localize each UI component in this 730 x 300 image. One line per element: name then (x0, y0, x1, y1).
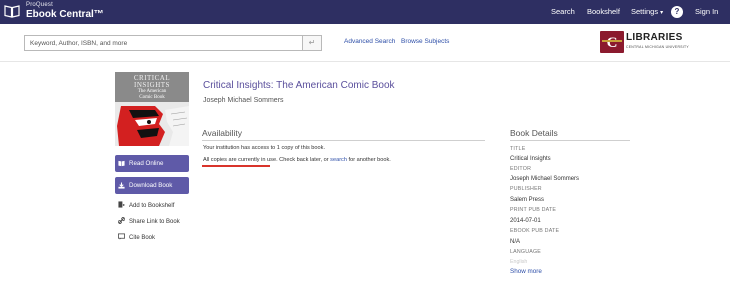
chevron-down-icon: ▾ (660, 10, 664, 16)
read-online-label: Read Online (129, 160, 164, 167)
search-submit-button[interactable]: ↵ (303, 35, 322, 51)
availability-divider (202, 140, 485, 141)
quote-icon (118, 233, 125, 240)
detail-ebook-date-value: N/A (510, 239, 521, 245)
nav-bookshelf[interactable]: Bookshelf (587, 7, 620, 16)
cite-book-label: Cite Book (129, 235, 156, 241)
detail-title-label: TITLE (510, 146, 526, 152)
detail-editor-value: Joseph Michael Sommers (510, 176, 580, 182)
brand-proquest: ProQuest (26, 2, 53, 8)
check-back-text: Check back later, or (277, 157, 331, 163)
top-navbar: ProQuest Ebook Central™ Search Bookshelf… (0, 0, 730, 24)
detail-language-label: LANGUAGE (510, 249, 542, 255)
nav-settings-label: Settings (631, 7, 659, 16)
enter-arrow-icon: ↵ (308, 38, 316, 47)
book-author[interactable]: Joseph Michael Sommers (203, 97, 284, 104)
availability-access-text: Your institution has access to 1 copy of… (203, 145, 325, 151)
open-book-icon[interactable] (4, 3, 20, 19)
detail-publisher-value: Salem Press (510, 197, 545, 203)
cover-illustration (115, 102, 189, 146)
brand-ebook-central[interactable]: Ebook Central™ (26, 9, 104, 20)
link-icon (118, 217, 125, 224)
read-online-button[interactable]: Read Online (115, 155, 189, 172)
cover-title-line2: INSIGHTS (134, 81, 170, 89)
availability-heading: Availability (202, 128, 243, 138)
cmu-logo-icon: C (600, 31, 624, 53)
book-title: Critical Insights: The American Comic Bo… (203, 80, 395, 91)
in-use-highlight (202, 165, 270, 167)
show-more-link[interactable]: Show more (510, 268, 542, 275)
detail-print-date-label: PRINT PUB DATE (510, 207, 557, 213)
detail-title-value: Critical Insights (510, 156, 551, 162)
cover-subtitle-line2: Comic Book (139, 95, 165, 100)
search-box (24, 35, 303, 51)
share-link-action[interactable]: Share Link to Book (118, 217, 180, 225)
book-details-heading: Book Details (510, 128, 558, 138)
search-link[interactable]: search (330, 157, 347, 163)
search-area: ↵ Advanced Search Browse Subjects C LIBR… (0, 24, 730, 62)
download-icon (118, 182, 125, 189)
nav-settings[interactable]: Settings ▾ (631, 7, 663, 16)
detail-publisher-label: PUBLISHER (510, 186, 542, 192)
detail-editor-label: EDITOR (510, 166, 532, 172)
search-input[interactable] (25, 36, 302, 50)
add-to-bookshelf-link[interactable]: Add to Bookshelf (118, 201, 174, 209)
cite-book-action[interactable]: Cite Book (118, 233, 155, 241)
detail-language-value: English (510, 259, 528, 265)
share-link-label: Share Link to Book (129, 219, 180, 225)
bookshelf-add-icon (118, 201, 125, 208)
browse-subjects-link[interactable]: Browse Subjects (401, 38, 449, 45)
nav-sign-in[interactable]: Sign In (695, 7, 718, 16)
library-logo[interactable]: C LIBRARIES CENTRAL MICHIGAN UNIVERSITY (600, 31, 710, 55)
availability-status: All copies are currently in use. Check b… (203, 157, 391, 163)
detail-print-date-value: 2014-07-01 (510, 218, 541, 224)
nav-search[interactable]: Search (551, 7, 575, 16)
detail-ebook-date-label: EBOOK PUB DATE (510, 228, 560, 234)
another-book-text: for another book. (346, 157, 391, 163)
library-subtitle: CENTRAL MICHIGAN UNIVERSITY (626, 45, 689, 49)
library-name: LIBRARIES (626, 32, 683, 43)
download-book-button[interactable]: Download Book (115, 177, 189, 194)
add-to-bookshelf-label: Add to Bookshelf (129, 203, 175, 209)
help-icon[interactable]: ? (671, 6, 683, 18)
cover-subtitle-line1: The American (137, 89, 167, 94)
advanced-search-link[interactable]: Advanced Search (344, 38, 395, 45)
svg-text:C: C (607, 35, 618, 51)
book-open-icon (118, 160, 125, 167)
book-cover: CRITICAL INSIGHTS The American Comic Boo… (115, 72, 189, 146)
book-details-divider (510, 140, 630, 141)
download-book-label: Download Book (129, 182, 173, 189)
copies-in-use-text: All copies are currently in use. (203, 157, 278, 163)
